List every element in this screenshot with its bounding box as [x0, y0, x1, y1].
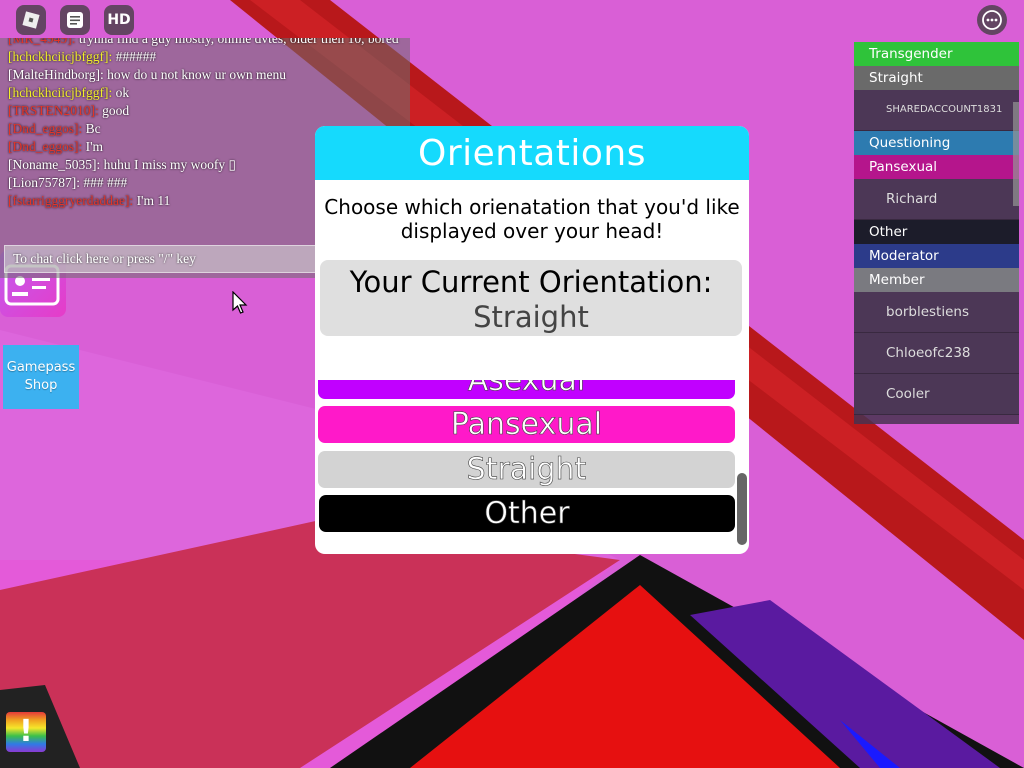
hd-label: HD: [107, 12, 131, 28]
chat-sender[interactable]: [MR_4949]:: [8, 38, 76, 46]
chat-sender[interactable]: [hchckhciicjbfggf]:: [8, 85, 112, 100]
gamepass-label: Gamepass: [6, 360, 76, 375]
player-entry[interactable]: borblestiens: [854, 292, 1019, 333]
chat-text: good: [98, 103, 130, 118]
team-header: Pansexual: [854, 155, 1019, 179]
roblox-logo-icon: [22, 11, 40, 29]
chat-text: trynna find a guy mostly, online dvtes, …: [75, 38, 399, 46]
alert-button[interactable]: !: [6, 712, 46, 752]
dialog-description: Choose which orienatation that you'd lik…: [324, 195, 740, 243]
chat-text: ok: [112, 85, 130, 100]
chat-sender[interactable]: [Dnd_eggos]:: [8, 139, 82, 154]
chat-sender[interactable]: [fstarrigggryerdaddae]:: [8, 193, 133, 208]
current-orientation-value: Straight: [473, 300, 589, 334]
chat-icon: [67, 12, 83, 28]
hd-button[interactable]: HD: [104, 5, 134, 35]
orientations-dialog: Orientations Choose which orienatation t…: [315, 126, 749, 554]
team-header: Member: [854, 268, 1019, 292]
shop-label: Shop: [24, 378, 58, 393]
alert-icon: !: [19, 714, 33, 749]
current-orientation-label: Your Current Orientation:: [349, 265, 713, 299]
more-icon: [982, 10, 1002, 30]
team-header: Straight: [854, 66, 1019, 90]
player-entry[interactable]: Cooler: [854, 374, 1019, 415]
player-entry[interactable]: SHAREDACCOUNT1831: [854, 90, 1019, 131]
current-orientation-box: Your Current Orientation: Straight: [320, 260, 742, 336]
orientation-option-other[interactable]: Other: [319, 495, 735, 532]
chat-sender[interactable]: [Lion75787]:: [8, 175, 80, 190]
orientation-option-pansexual[interactable]: Pansexual: [318, 406, 735, 443]
options-scrollbar[interactable]: [737, 473, 747, 545]
chat-text: huhu I miss my woofy ▯: [100, 157, 236, 172]
chat-text: I'm 11: [133, 193, 171, 208]
roblox-logo-button[interactable]: [16, 5, 46, 35]
team-header: Transgender: [854, 42, 1019, 66]
chat-toggle-button[interactable]: [60, 5, 90, 35]
player-entry[interactable]: Chloeofc238: [854, 333, 1019, 374]
chat-sender[interactable]: [Dnd_eggos]:: [8, 121, 82, 136]
chat-message: [MalteHindborg]: how do u not know ur ow…: [8, 66, 410, 84]
chat-message: [TRSTEN2010]: good: [8, 102, 410, 120]
gamepass-shop-button[interactable]: Gamepass Shop: [3, 345, 79, 409]
orientation-options-list[interactable]: Asexual Pansexual Straight Other: [315, 380, 749, 554]
dialog-title: Orientations: [315, 126, 749, 180]
chat-message: [hchckhciicjbfggf]: ######: [8, 48, 410, 66]
player-entry[interactable]: Richard: [854, 179, 1019, 220]
chat-text: ######: [112, 49, 157, 64]
team-header: Other: [854, 220, 1019, 244]
chat-message: [hchckhciicjbfggf]: ok: [8, 84, 410, 102]
more-menu-button[interactable]: [977, 5, 1007, 35]
chat-sender[interactable]: [TRSTEN2010]:: [8, 103, 99, 118]
team-header: Questioning: [854, 131, 1019, 155]
player-list-scrollbar[interactable]: [1013, 102, 1019, 206]
chat-text: Bc: [82, 121, 101, 136]
chat-message: [MR_4949]: trynna find a guy mostly, onl…: [8, 38, 403, 48]
chat-text: ### ###: [80, 175, 128, 190]
orientation-option-straight[interactable]: Straight: [318, 451, 735, 488]
chat-text: how do u not know ur own menu: [103, 67, 286, 82]
mouse-cursor-icon: [232, 291, 248, 314]
chat-text: I'm: [82, 139, 104, 154]
team-header: Moderator: [854, 244, 1019, 268]
chat-sender[interactable]: [hchckhciicjbfggf]:: [8, 49, 112, 64]
player-list[interactable]: Transgender Straight SHAREDACCOUNT1831 Ques…: [854, 42, 1019, 424]
chat-sender[interactable]: [Noname_5035]:: [8, 157, 100, 172]
chat-sender[interactable]: [MalteHindborg]:: [8, 67, 104, 82]
orientation-option-asexual[interactable]: Asexual: [318, 380, 735, 399]
